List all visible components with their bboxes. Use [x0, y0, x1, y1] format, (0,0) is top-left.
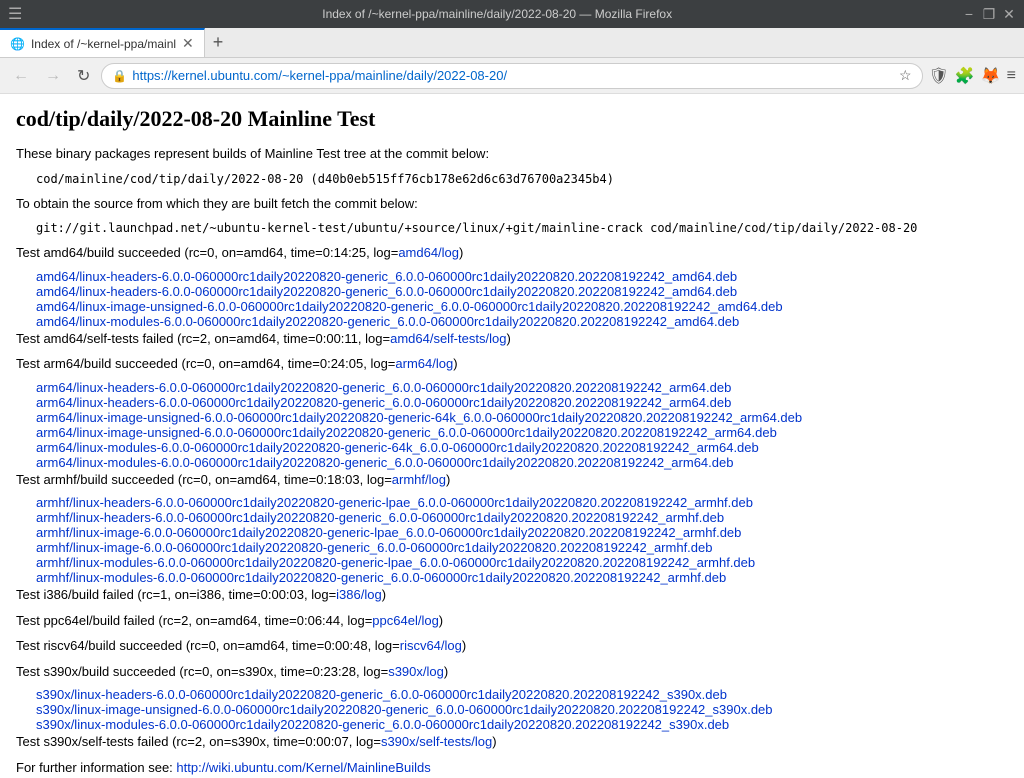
- s390x-log-link[interactable]: s390x/log: [388, 664, 444, 679]
- armhf-build-files: armhf/linux-headers-6.0.0-060000rc1daily…: [36, 495, 1008, 585]
- amd64-log-link[interactable]: amd64/log: [398, 245, 459, 260]
- amd64-build-text: Test amd64/build succeeded (rc=0, on=amd…: [16, 245, 398, 260]
- section-arm64-build: Test arm64/build succeeded (rc=0, on=amd…: [16, 354, 1008, 374]
- close-button[interactable]: ✕: [1002, 7, 1016, 21]
- source-intro: To obtain the source from which they are…: [16, 194, 1008, 214]
- lock-icon: 🔒: [112, 69, 127, 83]
- section-amd64-build: Test amd64/build succeeded (rc=0, on=amd…: [16, 243, 1008, 263]
- menu-icon[interactable]: ☰: [8, 4, 22, 24]
- armhf-log-link[interactable]: armhf/log: [392, 472, 446, 487]
- active-tab[interactable]: 🌐 Index of /~kernel-ppa/mainl ✕: [0, 28, 205, 57]
- shield-button[interactable]: 🛡: [929, 66, 949, 86]
- file-link[interactable]: armhf/linux-modules-6.0.0-060000rc1daily…: [36, 570, 726, 585]
- back-button[interactable]: ←: [8, 65, 34, 87]
- i386-log-link[interactable]: i386/log: [336, 587, 382, 602]
- arm64-build-files: arm64/linux-headers-6.0.0-060000rc1daily…: [36, 380, 1008, 470]
- intro-text: These binary packages represent builds o…: [16, 144, 1008, 164]
- navbar: ← → ↻ 🔒 ☆ 🛡 🧩 🦊 ≡: [0, 58, 1024, 94]
- commit-line: cod/mainline/cod/tip/daily/2022-08-20 (d…: [36, 170, 1008, 188]
- file-link[interactable]: s390x/linux-image-unsigned-6.0.0-060000r…: [36, 702, 773, 717]
- tab-title: Index of /~kernel-ppa/mainl: [31, 37, 176, 51]
- address-bar[interactable]: 🔒 ☆: [101, 63, 922, 89]
- firefox-icon[interactable]: 🦊: [981, 66, 1001, 86]
- file-link[interactable]: armhf/linux-image-6.0.0-060000rc1daily20…: [36, 525, 741, 540]
- file-link[interactable]: armhf/linux-modules-6.0.0-060000rc1daily…: [36, 555, 755, 570]
- file-link[interactable]: armhf/linux-headers-6.0.0-060000rc1daily…: [36, 495, 753, 510]
- file-link[interactable]: armhf/linux-headers-6.0.0-060000rc1daily…: [36, 510, 724, 525]
- file-link[interactable]: arm64/linux-headers-6.0.0-060000rc1daily…: [36, 395, 731, 410]
- file-link[interactable]: arm64/linux-image-unsigned-6.0.0-060000r…: [36, 410, 802, 425]
- further-info: For further information see: http://wiki…: [16, 758, 1008, 778]
- s390x-self-tests-log-link[interactable]: s390x/self-tests/log: [381, 734, 492, 749]
- section-ppc64el-build: Test ppc64el/build failed (rc=2, on=amd6…: [16, 611, 1008, 631]
- maximize-button[interactable]: ❐: [982, 7, 996, 21]
- page-content: cod/tip/daily/2022-08-20 Mainline Test T…: [0, 94, 1024, 778]
- new-tab-button[interactable]: +: [205, 28, 232, 57]
- tabbar: 🌐 Index of /~kernel-ppa/mainl ✕ +: [0, 28, 1024, 58]
- section-s390x-build: Test s390x/build succeeded (rc=0, on=s39…: [16, 662, 1008, 682]
- riscv64-log-link[interactable]: riscv64/log: [400, 638, 462, 653]
- extensions-button[interactable]: 🧩: [955, 66, 975, 86]
- file-link[interactable]: arm64/linux-modules-6.0.0-060000rc1daily…: [36, 440, 759, 455]
- window-controls: − ❐ ✕: [962, 7, 1016, 21]
- file-link[interactable]: arm64/linux-headers-6.0.0-060000rc1daily…: [36, 380, 731, 395]
- url-input[interactable]: [132, 68, 894, 83]
- tab-close-icon[interactable]: ✕: [182, 35, 194, 52]
- mainline-builds-link[interactable]: http://wiki.ubuntu.com/Kernel/MainlineBu…: [176, 760, 430, 775]
- amd64-self-tests-log-link[interactable]: amd64/self-tests/log: [390, 331, 506, 346]
- page-title: cod/tip/daily/2022-08-20 Mainline Test: [16, 106, 1008, 132]
- file-link[interactable]: amd64/linux-modules-6.0.0-060000rc1daily…: [36, 314, 739, 329]
- reload-button[interactable]: ↻: [72, 64, 95, 88]
- minimize-button[interactable]: −: [962, 7, 976, 21]
- forward-button[interactable]: →: [40, 65, 66, 87]
- section-s390x-self-tests: Test s390x/self-tests failed (rc=2, on=s…: [16, 732, 1008, 752]
- file-link[interactable]: arm64/linux-image-unsigned-6.0.0-060000r…: [36, 425, 777, 440]
- section-armhf-build: Test armhf/build succeeded (rc=0, on=amd…: [16, 470, 1008, 490]
- file-link[interactable]: s390x/linux-headers-6.0.0-060000rc1daily…: [36, 687, 727, 702]
- file-link[interactable]: amd64/linux-headers-6.0.0-060000rc1daily…: [36, 269, 737, 284]
- amd64-build-files: amd64/linux-headers-6.0.0-060000rc1daily…: [36, 269, 1008, 329]
- source-line: git://git.launchpad.net/~ubuntu-kernel-t…: [36, 219, 1008, 237]
- file-link[interactable]: armhf/linux-image-6.0.0-060000rc1daily20…: [36, 540, 713, 555]
- window-title: Index of /~kernel-ppa/mainline/daily/202…: [32, 7, 962, 21]
- nav-right-buttons: 🛡 🧩 🦊 ≡: [929, 66, 1017, 86]
- arm64-log-link[interactable]: arm64/log: [395, 356, 453, 371]
- file-link[interactable]: amd64/linux-image-unsigned-6.0.0-060000r…: [36, 299, 783, 314]
- ppc64el-log-link[interactable]: ppc64el/log: [372, 613, 439, 628]
- section-amd64-self-tests: Test amd64/self-tests failed (rc=2, on=a…: [16, 329, 1008, 349]
- titlebar: ☰ Index of /~kernel-ppa/mainline/daily/2…: [0, 0, 1024, 28]
- s390x-build-files: s390x/linux-headers-6.0.0-060000rc1daily…: [36, 687, 1008, 732]
- section-i386-build: Test i386/build failed (rc=1, on=i386, t…: [16, 585, 1008, 605]
- file-link[interactable]: arm64/linux-modules-6.0.0-060000rc1daily…: [36, 455, 733, 470]
- hamburger-menu-button[interactable]: ≡: [1007, 67, 1016, 85]
- tab-favicon: 🌐: [10, 37, 25, 51]
- bookmark-star-icon[interactable]: ☆: [899, 67, 912, 84]
- file-link[interactable]: amd64/linux-headers-6.0.0-060000rc1daily…: [36, 284, 737, 299]
- file-link[interactable]: s390x/linux-modules-6.0.0-060000rc1daily…: [36, 717, 729, 732]
- section-riscv64-build: Test riscv64/build succeeded (rc=0, on=a…: [16, 636, 1008, 656]
